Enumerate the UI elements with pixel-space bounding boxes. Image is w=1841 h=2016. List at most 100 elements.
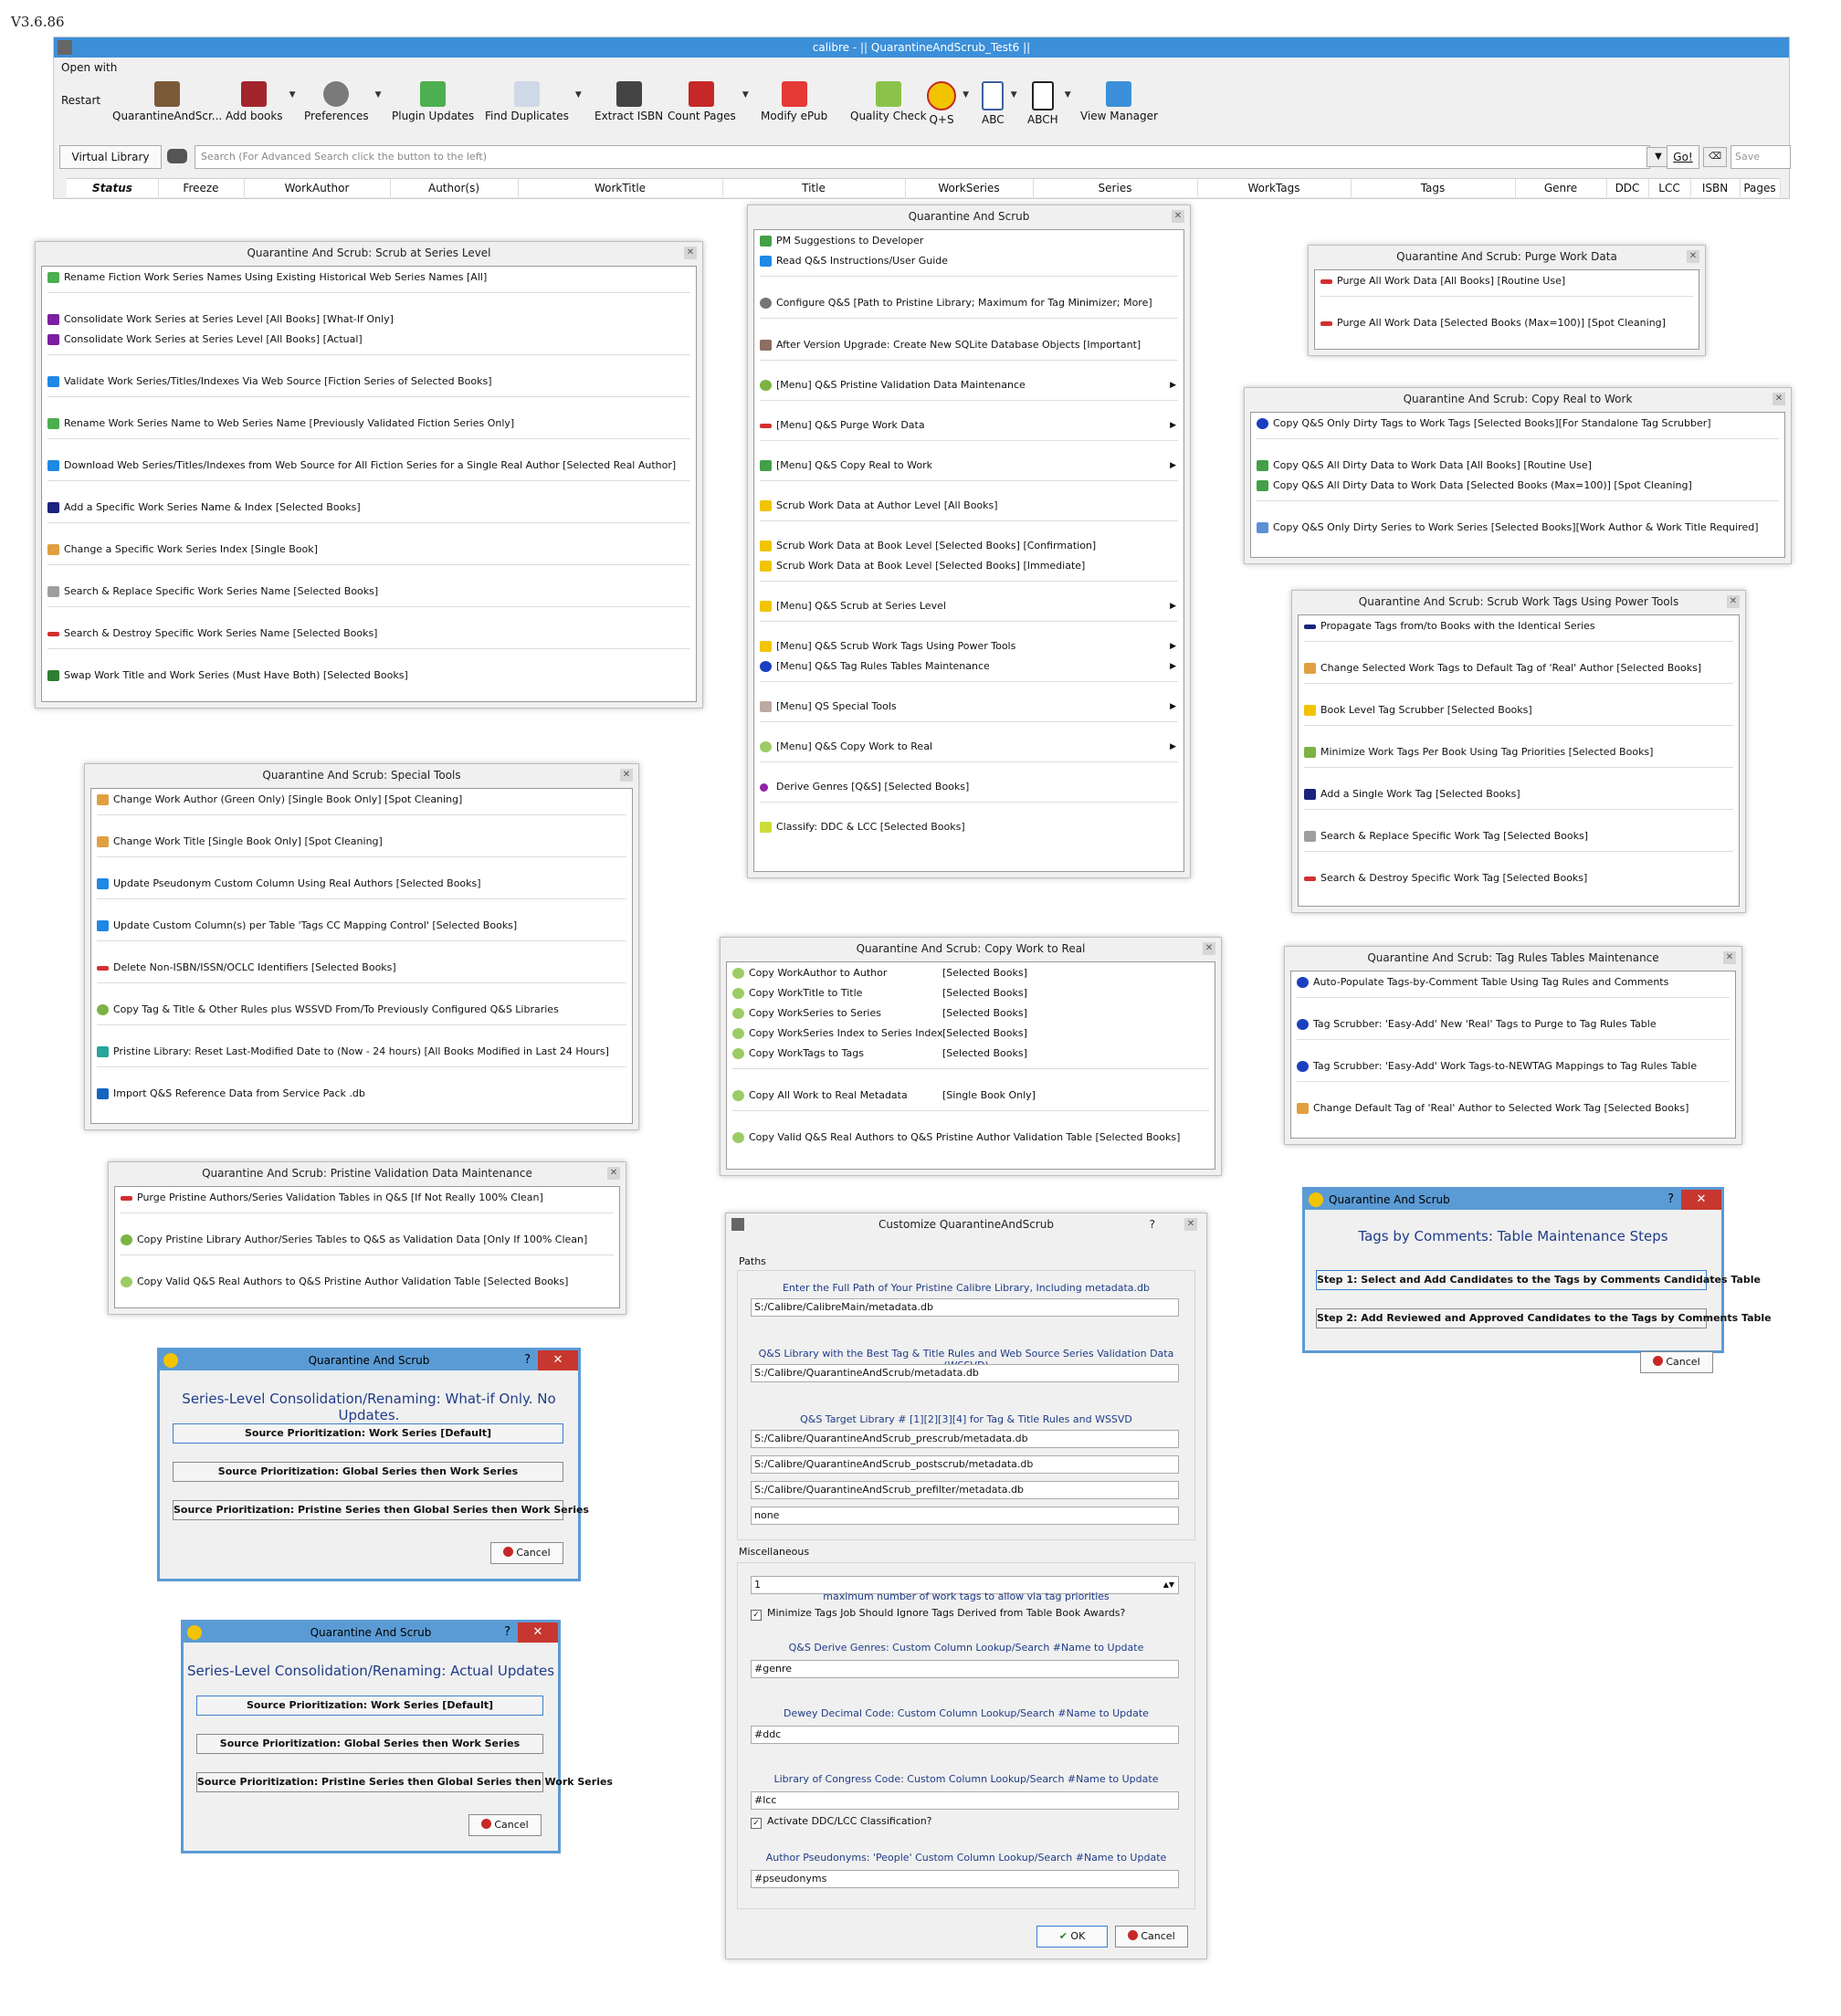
- open-with-menu[interactable]: Open with: [54, 58, 1789, 78]
- close-button[interactable]: ✕: [1681, 1190, 1721, 1210]
- target-library-field-2[interactable]: S:/Calibre/QuarantineAndScrub_postscrub/…: [751, 1455, 1179, 1474]
- activate-ddc-lcc-checkbox[interactable]: ✓ Activate DDC/LCC Classification?: [751, 1815, 932, 1829]
- source-work-series-button[interactable]: Source Prioritization: Work Series [Defa…: [173, 1423, 563, 1444]
- menu-item[interactable]: Copy Q&S All Dirty Data to Work Data [Al…: [1253, 457, 1783, 475]
- menu-item[interactable]: Change Work Title [Single Book Only] [Sp…: [93, 833, 630, 851]
- menu-item[interactable]: Search & Destroy Specific Work Series Na…: [44, 625, 694, 643]
- menu-item[interactable]: Copy WorkTitle to Title [Selected Books]: [729, 984, 1213, 1003]
- find-duplicates-dropdown-icon[interactable]: ▼: [575, 90, 582, 100]
- close-icon[interactable]: ✕: [684, 247, 697, 259]
- menu-item[interactable]: Classify: DDC & LCC [Selected Books]: [756, 818, 1182, 836]
- step2-button[interactable]: Step 2: Add Reviewed and Approved Candid…: [1316, 1308, 1772, 1328]
- source-pristine-series-button[interactable]: Source Prioritization: Pristine Series t…: [173, 1500, 589, 1520]
- toolbar-abch-button[interactable]: ABCH ▼: [1027, 81, 1071, 126]
- help-button[interactable]: ?: [1150, 1213, 1155, 1235]
- menu-item[interactable]: Search & Destroy Specific Work Tag [Sele…: [1300, 869, 1737, 887]
- menu-item[interactable]: Copy Valid Q&S Real Authors to Q&S Prist…: [729, 1129, 1213, 1147]
- close-icon[interactable]: ✕: [1184, 1218, 1197, 1231]
- column-tags[interactable]: Tags: [1351, 179, 1516, 197]
- menu-item[interactable]: Copy Q&S Only Dirty Series to Work Serie…: [1253, 519, 1783, 537]
- column-authors[interactable]: Author(s): [390, 179, 519, 197]
- toolbar-quarantine-button[interactable]: QuarantineAndScr...: [112, 81, 222, 122]
- restart-button[interactable]: Restart: [61, 94, 100, 107]
- menu-item[interactable]: Copy All Work to Real Metadata [Single Bo…: [729, 1087, 1213, 1105]
- menu-item[interactable]: [Menu] QS Special Tools ▶: [756, 698, 1182, 716]
- column-title[interactable]: Title: [722, 179, 906, 197]
- column-freeze[interactable]: Freeze: [158, 179, 245, 197]
- menu-item[interactable]: Change Work Author (Green Only) [Single …: [93, 791, 630, 809]
- menu-item[interactable]: Tag Scrubber: 'Easy-Add' New 'Real' Tags…: [1293, 1015, 1733, 1034]
- toolbar-abc-button[interactable]: ABC ▼: [982, 81, 1017, 126]
- menu-item[interactable]: Search & Replace Specific Work Series Na…: [44, 583, 694, 601]
- toolbar-count-pages-button[interactable]: Count Pages ▼: [668, 81, 749, 122]
- menu-item[interactable]: Minimize Work Tags Per Book Using Tag Pr…: [1300, 743, 1737, 761]
- qs-dropdown-icon[interactable]: ▼: [963, 90, 969, 100]
- menu-item[interactable]: Delete Non-ISBN/ISSN/OCLC Identifiers [S…: [93, 959, 630, 977]
- abch-dropdown-icon[interactable]: ▼: [1065, 90, 1071, 100]
- menu-item[interactable]: Copy WorkSeries to Series [Selected Books…: [729, 1004, 1213, 1023]
- column-status[interactable]: Status: [67, 179, 159, 197]
- menu-item[interactable]: Swap Work Title and Work Series (Must Ha…: [44, 667, 694, 685]
- menu-item[interactable]: [Menu] Q&S Copy Work to Real ▶: [756, 738, 1182, 756]
- menu-item[interactable]: Propagate Tags from/to Books with the Id…: [1300, 617, 1737, 635]
- toolbar-find-duplicates-button[interactable]: Find Duplicates ▼: [485, 81, 582, 122]
- menu-item[interactable]: Consolidate Work Series at Series Level …: [44, 310, 694, 329]
- close-icon[interactable]: ✕: [620, 769, 633, 782]
- go-button[interactable]: Go!: [1667, 145, 1699, 169]
- close-icon[interactable]: ✕: [1723, 951, 1736, 964]
- toolbar-extract-isbn-button[interactable]: Extract ISBN: [594, 81, 663, 122]
- close-icon[interactable]: ✕: [1773, 393, 1785, 405]
- menu-item[interactable]: Read Q&S Instructions/User Guide: [756, 252, 1182, 270]
- column-pages[interactable]: Pages: [1740, 179, 1781, 197]
- ddc-field[interactable]: #ddc: [751, 1726, 1179, 1744]
- column-isbn[interactable]: ISBN: [1690, 179, 1741, 197]
- search-input[interactable]: Search (For Advanced Search click the bu…: [195, 145, 1650, 169]
- close-icon[interactable]: ✕: [1203, 942, 1215, 955]
- menu-item[interactable]: Scrub Work Data at Book Level [Selected …: [756, 537, 1182, 555]
- target-library-field-4[interactable]: none: [751, 1507, 1179, 1525]
- menu-item[interactable]: Download Web Series/Titles/Indexes from …: [44, 457, 694, 475]
- column-worktitle[interactable]: WorkTitle: [518, 179, 723, 197]
- menu-item[interactable]: Derive Genres [Q&S] [Selected Books]: [756, 778, 1182, 796]
- menu-item[interactable]: [Menu] Q&S Pristine Validation Data Main…: [756, 376, 1182, 394]
- menu-item[interactable]: [Menu] Q&S Tag Rules Tables Maintenance ▶: [756, 657, 1182, 676]
- source-global-series-button[interactable]: Source Prioritization: Global Series the…: [173, 1462, 563, 1482]
- help-button[interactable]: ?: [504, 1622, 510, 1643]
- pristine-path-field[interactable]: S:/Calibre/CalibreMain/metadata.db: [751, 1298, 1179, 1317]
- menu-item[interactable]: Configure Q&S [Path to Pristine Library;…: [756, 294, 1182, 312]
- ok-button[interactable]: ✔ OK: [1036, 1926, 1108, 1948]
- genres-field[interactable]: #genre: [751, 1660, 1179, 1678]
- toolbar-add-books-button[interactable]: Add books ▼: [226, 81, 296, 122]
- menu-item[interactable]: Tag Scrubber: 'Easy-Add' Work Tags-to-NE…: [1293, 1057, 1733, 1076]
- help-button[interactable]: ?: [1667, 1190, 1674, 1210]
- menu-item[interactable]: Change Default Tag of 'Real' Author to S…: [1293, 1099, 1733, 1118]
- column-genre[interactable]: Genre: [1515, 179, 1607, 197]
- menu-item[interactable]: Purge All Work Data [All Books] [Routine…: [1317, 272, 1697, 290]
- menu-item[interactable]: Update Pseudonym Custom Column Using Rea…: [93, 875, 630, 893]
- menu-item[interactable]: Rename Fiction Work Series Names Using E…: [44, 268, 694, 287]
- menu-item[interactable]: Copy Q&S Only Dirty Tags to Work Tags [S…: [1253, 415, 1783, 433]
- menu-item[interactable]: Pristine Library: Reset Last-Modified Da…: [93, 1043, 630, 1061]
- help-button[interactable]: ?: [524, 1350, 531, 1370]
- cancel-button[interactable]: Cancel: [468, 1814, 542, 1836]
- menu-item[interactable]: After Version Upgrade: Create New SQLite…: [756, 336, 1182, 354]
- menu-item[interactable]: Purge Pristine Authors/Series Validation…: [117, 1189, 617, 1207]
- menu-item[interactable]: Change a Specific Work Series Index [Sin…: [44, 541, 694, 559]
- clear-search-icon[interactable]: ⌫: [1703, 147, 1727, 167]
- close-icon[interactable]: ✕: [607, 1167, 620, 1180]
- toolbar-preferences-button[interactable]: Preferences ▼: [304, 81, 382, 122]
- menu-item[interactable]: [Menu] Q&S Scrub Work Tags Using Power T…: [756, 637, 1182, 656]
- close-icon[interactable]: ✕: [1727, 595, 1740, 608]
- column-workseries[interactable]: WorkSeries: [905, 179, 1034, 197]
- abc-dropdown-icon[interactable]: ▼: [1011, 90, 1017, 100]
- step1-button[interactable]: Step 1: Select and Add Candidates to the…: [1316, 1270, 1761, 1290]
- menu-item[interactable]: Change Selected Work Tags to Default Tag…: [1300, 659, 1737, 677]
- menu-item[interactable]: [Menu] Q&S Scrub at Series Level ▶: [756, 597, 1182, 615]
- close-icon[interactable]: ✕: [1172, 210, 1184, 223]
- toolbar-qs-button[interactable]: Q+S ▼: [927, 81, 969, 126]
- menu-item[interactable]: Add a Specific Work Series Name & Index …: [44, 499, 694, 517]
- menu-item[interactable]: [Menu] Q&S Copy Real to Work ▶: [756, 457, 1182, 475]
- menu-item[interactable]: Add a Single Work Tag [Selected Books]: [1300, 785, 1737, 803]
- toolbar-modify-epub-button[interactable]: Modify ePub: [761, 81, 827, 122]
- saved-search-input[interactable]: Save: [1731, 145, 1791, 169]
